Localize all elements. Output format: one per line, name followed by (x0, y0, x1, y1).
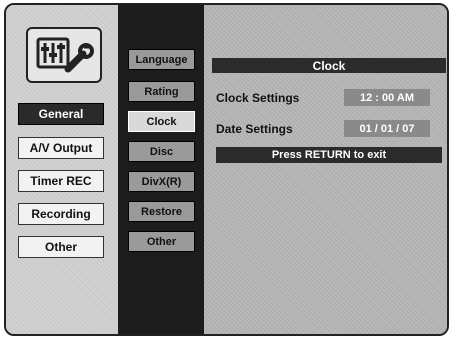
menu-item-timer-rec[interactable]: Timer REC (18, 170, 104, 192)
return-exit-hint: Press RETURN to exit (216, 147, 442, 163)
sub-menu-column: Language Rating Clock Disc DivX(R) Resto… (118, 5, 204, 334)
setup-equalizer-wrench-icon (26, 27, 102, 83)
content-area: Clock Clock Settings 12 : 00 AM Date Set… (204, 5, 447, 334)
submenu-disc[interactable]: Disc (128, 141, 195, 162)
submenu-divx[interactable]: DivX(R) (128, 171, 195, 192)
clock-settings-label: Clock Settings (216, 91, 300, 105)
clock-panel-title: Clock (212, 58, 446, 73)
date-value[interactable]: 01 / 01 / 07 (344, 120, 430, 137)
submenu-language[interactable]: Language (128, 49, 195, 70)
menu-item-general[interactable]: General (18, 103, 104, 125)
submenu-rating[interactable]: Rating (128, 81, 195, 102)
submenu-clock[interactable]: Clock (128, 111, 195, 132)
menu-item-other[interactable]: Other (18, 236, 104, 258)
menu-item-av-output[interactable]: A/V Output (18, 137, 104, 159)
submenu-restore[interactable]: Restore (128, 201, 195, 222)
menu-item-recording[interactable]: Recording (18, 203, 104, 225)
date-settings-label: Date Settings (216, 122, 293, 136)
submenu-other[interactable]: Other (128, 231, 195, 252)
clock-time-value[interactable]: 12 : 00 AM (344, 89, 430, 106)
left-panel: General A/V Output Timer REC Recording O… (6, 5, 118, 334)
setup-screen: General A/V Output Timer REC Recording O… (4, 3, 449, 336)
